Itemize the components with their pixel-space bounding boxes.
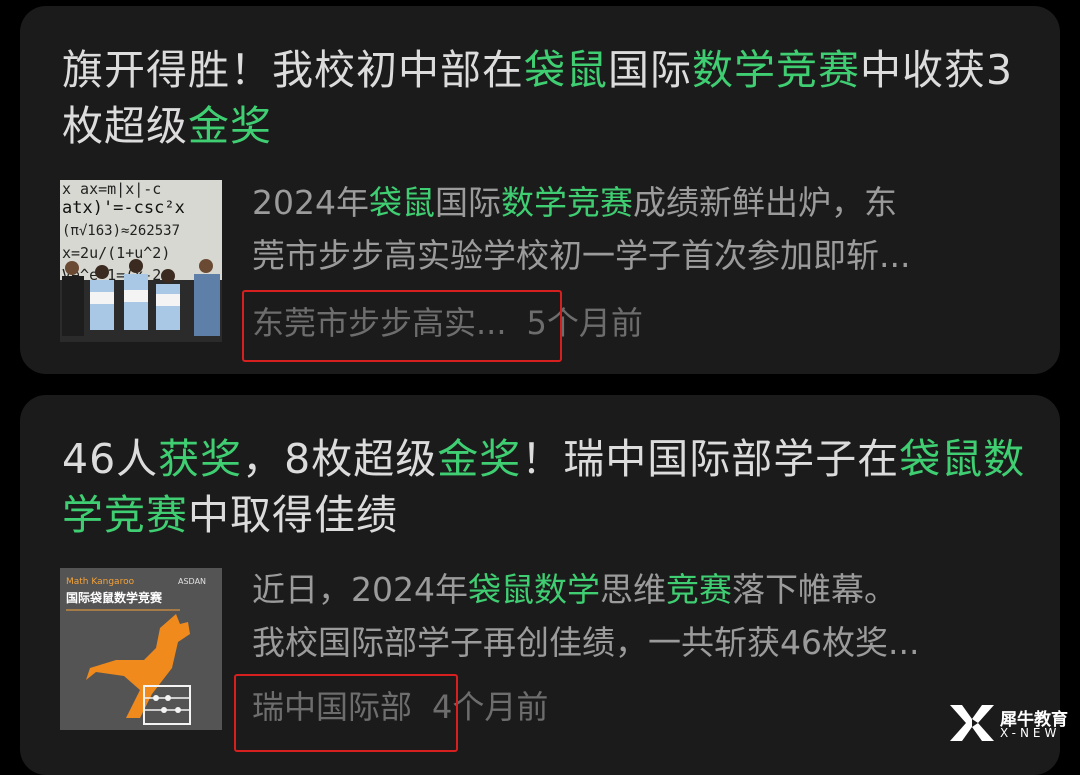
board-line: atx)'=-csc²x xyxy=(62,198,185,218)
text-segment: ，8枚超级 xyxy=(242,435,437,483)
text-segment: 中取得佳绩 xyxy=(188,491,398,539)
text-segment: 落下帷幕。 xyxy=(732,570,897,609)
highlighted-keyword: 袋鼠 xyxy=(524,46,608,94)
snippet-line-1: 近日，2024年袋鼠数学思维竞赛落下帷幕。 xyxy=(252,563,1032,616)
board-line: (π√163)≈262537 xyxy=(62,223,180,239)
annotation-box xyxy=(242,290,562,362)
article-thumbnail: Math Kangaroo ASDAN 国际袋鼠数学竞赛 xyxy=(60,568,222,730)
annotation-box xyxy=(234,674,458,752)
highlighted-keyword: 金奖 xyxy=(188,102,272,150)
article-thumbnail: x ax=m|x|-c atx)'=-csc²x (π√163)≈262537 … xyxy=(60,180,222,342)
watermark-sub: X-NEW xyxy=(1000,726,1060,740)
text-segment: 成绩新鲜出炉，东 xyxy=(633,183,897,222)
text-segment: 国际 xyxy=(608,46,692,94)
highlighted-keyword: 数学竞赛 xyxy=(501,183,633,222)
text-segment: 近日，2024年 xyxy=(252,570,468,609)
text-segment: 旗开得胜！我校初中部在 xyxy=(62,46,524,94)
x-logo-icon xyxy=(948,701,996,745)
article-snippet: 2024年袋鼠国际数学竞赛成绩新鲜出炉，东 莞市步步高实验学校初一学子首次参加即… xyxy=(252,176,1032,282)
snippet-line-2: 我校国际部学子再创佳绩，一共斩获46枚奖... xyxy=(252,616,1032,669)
highlighted-keyword: 竞赛 xyxy=(666,570,732,609)
text-segment: 国际 xyxy=(435,183,501,222)
text-segment: ！瑞中国际部学子在 xyxy=(521,435,899,483)
highlighted-keyword: 袋鼠 xyxy=(369,183,435,222)
article-card-2[interactable]: 46人获奖，8枚超级金奖！瑞中国际部学子在袋鼠数学竞赛中取得佳绩 Math Ka… xyxy=(20,395,1060,775)
board-line: x ax=m|x|-c xyxy=(62,180,161,198)
text-segment: 思维 xyxy=(600,570,666,609)
text-segment: 2024年 xyxy=(252,183,369,222)
highlighted-keyword: 金奖 xyxy=(437,435,521,483)
poster-title: 国际袋鼠数学竞赛 xyxy=(66,590,163,605)
thumbnail-photo-image: x ax=m|x|-c atx)'=-csc²x (π√163)≈262537 … xyxy=(60,180,222,342)
board-line: x=2u/(1+u^2) xyxy=(62,244,170,262)
snippet-line-1: 2024年袋鼠国际数学竞赛成绩新鲜出炉，东 xyxy=(252,176,1032,229)
poster-header: Math Kangaroo xyxy=(66,577,135,587)
article-title[interactable]: 旗开得胜！我校初中部在袋鼠国际数学竞赛中收获3枚超级金奖 xyxy=(62,42,1042,154)
highlighted-keyword: 袋鼠数学 xyxy=(468,570,600,609)
article-snippet: 近日，2024年袋鼠数学思维竞赛落下帷幕。 我校国际部学子再创佳绩，一共斩获46… xyxy=(252,563,1032,669)
snippet-line-2: 莞市步步高实验学校初一学子首次参加即斩... xyxy=(252,229,1032,282)
highlighted-keyword: 数学竞赛 xyxy=(692,46,860,94)
thumbnail-poster-image: Math Kangaroo ASDAN 国际袋鼠数学竞赛 xyxy=(60,568,222,730)
article-title[interactable]: 46人获奖，8枚超级金奖！瑞中国际部学子在袋鼠数学竞赛中取得佳绩 xyxy=(62,431,1042,543)
highlighted-keyword: 获奖 xyxy=(158,435,242,483)
text-segment: 46人 xyxy=(62,435,158,483)
poster-brand: ASDAN xyxy=(178,577,206,586)
watermark-logo: 犀牛教育 X-NEW xyxy=(948,699,1074,747)
